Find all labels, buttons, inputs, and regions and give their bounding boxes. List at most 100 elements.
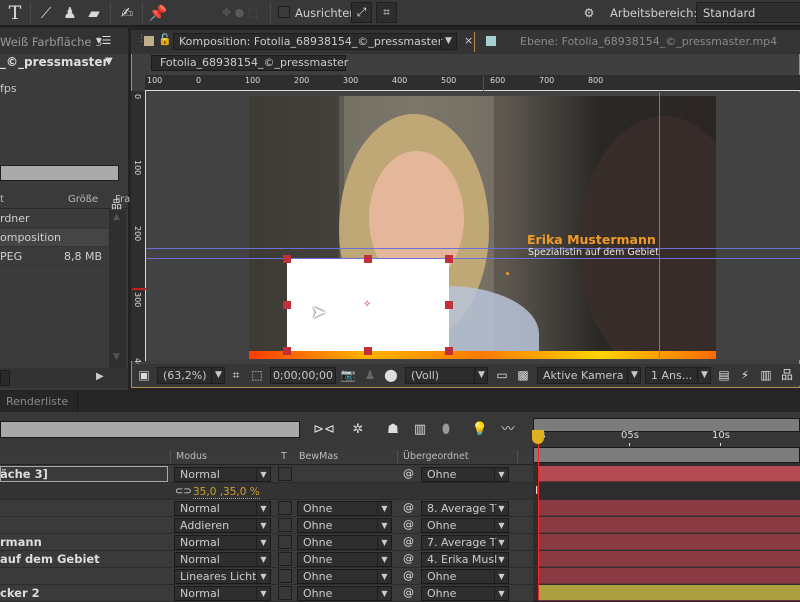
chevron-down-icon[interactable]: ▼ bbox=[494, 502, 508, 515]
time-navigator[interactable] bbox=[533, 418, 800, 432]
transform-handle[interactable] bbox=[283, 255, 291, 263]
chevron-down-icon[interactable]: ▼ bbox=[377, 587, 391, 600]
eraser-tool-icon[interactable]: ▰ bbox=[84, 3, 104, 23]
parent-pickwhip-icon[interactable]: @ bbox=[403, 518, 414, 531]
parent-select[interactable]: Ohne ▼ bbox=[421, 586, 509, 601]
workspace-settings-icon[interactable]: ⚙ bbox=[578, 3, 600, 23]
layer-duration-bar[interactable] bbox=[538, 466, 800, 482]
chevron-down-icon[interactable]: ▼ bbox=[697, 367, 711, 384]
text-tool-icon[interactable]: T bbox=[4, 3, 26, 23]
transform-handle[interactable] bbox=[364, 347, 372, 355]
layer-row[interactable]: rmann Normal ▼ Ohne ▼ @7. Average T ▼ bbox=[0, 534, 533, 551]
blend-mode-select[interactable]: Normal ▼ bbox=[174, 535, 271, 550]
preserve-transparency-checkbox[interactable] bbox=[278, 586, 292, 600]
scroll-up-icon[interactable]: ▲ bbox=[113, 212, 120, 222]
layer-row[interactable]: Addieren ▼ Ohne ▼ @ Ohne ▼ bbox=[0, 517, 533, 534]
layer-row[interactable]: Lineares Licht ▼ Ohne ▼ @ Ohne ▼ bbox=[0, 568, 533, 585]
camera-view-select[interactable]: Aktive Kamera bbox=[537, 367, 641, 384]
parent-pickwhip-icon[interactable]: @ bbox=[403, 569, 414, 582]
layer-name-edit-box[interactable] bbox=[0, 466, 168, 482]
motion-path-point[interactable] bbox=[506, 272, 509, 275]
parent-select[interactable]: 7. Average T ▼ bbox=[421, 535, 509, 550]
chevron-down-icon[interactable]: ▼ bbox=[377, 502, 391, 515]
scroll-right-icon[interactable]: ▶ bbox=[96, 371, 104, 382]
pixel-aspect-icon[interactable]: ▤ bbox=[716, 367, 732, 384]
project-hscrollbar[interactable]: ▶ bbox=[0, 368, 128, 388]
mask-visibility-icon[interactable]: ⬚ bbox=[249, 367, 265, 384]
clone-stamp-tool-icon[interactable]: ♟ bbox=[60, 3, 80, 23]
lock-icon[interactable]: 🔓 bbox=[158, 33, 172, 46]
render-queue-tab[interactable]: Renderliste bbox=[0, 392, 78, 412]
flowchart-icon[interactable]: 品 bbox=[779, 367, 795, 384]
blend-mode-select[interactable]: Normal ▼ bbox=[174, 552, 271, 567]
column-parent[interactable]: Übergeordnet bbox=[403, 451, 469, 462]
layer-name[interactable]: cker 2 bbox=[0, 586, 40, 600]
transform-handle[interactable] bbox=[283, 301, 291, 309]
draft-3d-icon[interactable]: ✲ bbox=[348, 420, 368, 440]
preserve-transparency-checkbox[interactable] bbox=[278, 501, 292, 515]
chevron-down-icon[interactable]: ▼ bbox=[256, 519, 270, 532]
constrain-proportions-icon[interactable]: ⊂⊃ bbox=[175, 486, 192, 497]
layer-duration-bar[interactable] bbox=[538, 500, 800, 516]
parent-select[interactable]: 4. Erika Musl ▼ bbox=[421, 552, 509, 567]
vertical-ruler[interactable]: 0100200300400 bbox=[131, 91, 146, 373]
layer-row[interactable]: auf dem Gebiet Normal ▼ Ohne ▼ @4. Erika Musl… bbox=[0, 551, 533, 568]
scale-property-value[interactable]: 35,0 ,35,0 % bbox=[193, 486, 260, 499]
preserve-transparency-checkbox[interactable] bbox=[278, 569, 292, 583]
panel-menu-icon[interactable]: ▾☰ bbox=[96, 34, 111, 47]
parent-select[interactable]: Ohne ▼ bbox=[421, 569, 509, 584]
layer-duration-bar[interactable] bbox=[538, 534, 800, 550]
blend-mode-select[interactable]: Normal ▼ bbox=[174, 467, 271, 482]
chevron-down-icon[interactable]: ▼ bbox=[377, 519, 391, 532]
snapping-checkbox[interactable] bbox=[278, 6, 290, 18]
layer-row[interactable]: äche 3] Normal ▼ @ Ohne ▼ bbox=[0, 466, 533, 483]
show-snapshot-icon[interactable]: ♟ bbox=[362, 367, 378, 384]
chevron-down-icon[interactable]: ▼ bbox=[494, 553, 508, 566]
scroll-down-icon[interactable]: ▼ bbox=[113, 352, 120, 362]
track-matte-select[interactable]: Ohne ▼ bbox=[297, 552, 392, 567]
transform-handle[interactable] bbox=[364, 255, 372, 263]
project-search-input[interactable] bbox=[0, 165, 119, 181]
chevron-down-icon[interactable]: ▼ bbox=[211, 367, 225, 384]
parent-select[interactable]: 8. Average T ▼ bbox=[421, 501, 509, 516]
timeline-icon[interactable]: ▥ bbox=[758, 367, 774, 384]
brush-tool-icon[interactable]: ⟋ bbox=[36, 3, 56, 23]
transform-handle[interactable] bbox=[283, 347, 291, 355]
transform-handle[interactable] bbox=[445, 301, 453, 309]
guide-line[interactable] bbox=[146, 248, 800, 249]
chevron-down-icon[interactable]: ▼ bbox=[256, 587, 270, 600]
brainstorm-icon[interactable]: 💡 bbox=[470, 420, 490, 440]
project-list-item[interactable]: PEG 8,8 MB bbox=[0, 248, 108, 266]
layer-duration-bar[interactable] bbox=[538, 517, 800, 533]
always-preview-icon[interactable]: ▣ bbox=[136, 367, 152, 384]
chevron-down-icon[interactable]: ▼ bbox=[256, 553, 270, 566]
parent-select[interactable]: Ohne ▼ bbox=[421, 467, 509, 482]
layer-duration-bar[interactable] bbox=[538, 585, 800, 601]
blend-mode-select[interactable]: Lineares Licht ▼ bbox=[174, 569, 271, 584]
chevron-down-icon[interactable]: ▼ bbox=[377, 536, 391, 549]
project-list-item[interactable]: rdner bbox=[0, 210, 108, 228]
layer-name[interactable]: rmann bbox=[0, 535, 42, 549]
composition-mini-flowchart-icon[interactable]: ⊳⊲ bbox=[312, 420, 336, 440]
shy-layers-icon[interactable]: ☗ bbox=[383, 420, 403, 440]
parent-select[interactable]: Ohne ▼ bbox=[421, 518, 509, 533]
chevron-down-icon[interactable]: ▼ bbox=[256, 536, 270, 549]
chevron-down-icon[interactable]: ▼ bbox=[494, 570, 508, 583]
roto-brush-tool-icon[interactable]: ✍ bbox=[116, 3, 138, 23]
workspace-select[interactable]: Standard bbox=[696, 2, 800, 23]
fast-previews-icon[interactable]: ⚡ bbox=[737, 367, 753, 384]
preserve-transparency-checkbox[interactable] bbox=[278, 552, 292, 566]
blend-mode-select[interactable]: Addieren ▼ bbox=[174, 518, 271, 533]
current-time-display[interactable]: 0;00;00;00 bbox=[270, 367, 336, 384]
close-icon[interactable]: × bbox=[464, 34, 473, 47]
chevron-down-icon[interactable]: ▼ bbox=[256, 570, 270, 583]
column-mode[interactable]: Modus bbox=[176, 451, 207, 462]
work-area-bar[interactable] bbox=[533, 447, 800, 463]
guide-line[interactable] bbox=[659, 92, 660, 360]
column-track-matte[interactable]: BewMas bbox=[299, 451, 338, 462]
chevron-down-icon[interactable]: ▼ bbox=[494, 536, 508, 549]
frame-blending-icon[interactable]: ▥ bbox=[410, 420, 430, 440]
parent-pickwhip-icon[interactable]: @ bbox=[403, 586, 414, 599]
track-matte-select[interactable]: Ohne ▼ bbox=[297, 501, 392, 516]
effect-controls-tab-label[interactable]: Weiß Farbfläche 3 bbox=[0, 35, 102, 49]
